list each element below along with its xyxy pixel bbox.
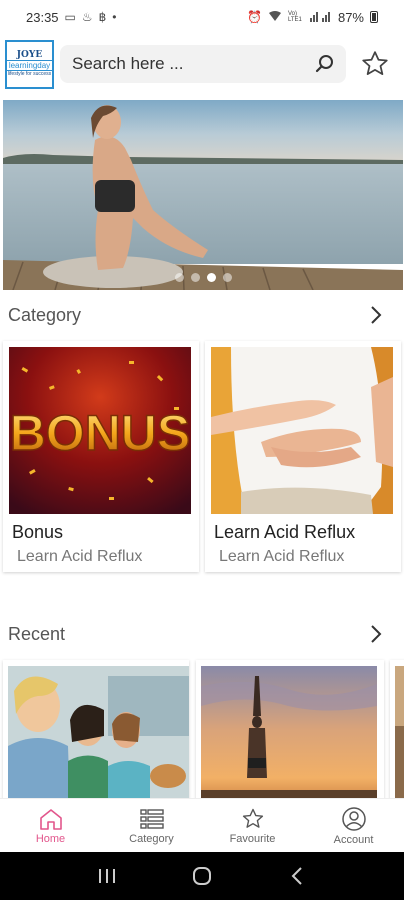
recent-card[interactable] xyxy=(196,660,384,800)
category-card-bonus[interactable]: BONUS Bonus Learn Acid Reflux xyxy=(3,341,199,572)
recent-thumbnail-partial xyxy=(395,666,404,800)
status-left: 23:35 ▭ ♨ ฿ • xyxy=(26,10,117,25)
alarm-icon: ⏰ xyxy=(247,10,262,24)
nav-home[interactable]: Home xyxy=(0,799,101,852)
chevron-right-icon[interactable] xyxy=(366,624,386,644)
search-bar[interactable] xyxy=(60,45,346,83)
app-logo[interactable]: JOYE learningday lifestyle for success xyxy=(5,39,54,89)
carousel-dot-active[interactable] xyxy=(206,273,216,282)
recent-card[interactable] xyxy=(3,660,189,800)
carousel-dots xyxy=(3,273,403,282)
bonus-image-text: BONUS xyxy=(10,405,191,461)
recent-section-title: Recent xyxy=(8,623,66,644)
back-chevron-icon xyxy=(291,867,302,885)
network-label: Vo) LTE1 xyxy=(287,11,302,23)
category-card-acid-reflux[interactable]: Learn Acid Reflux Learn Acid Reflux xyxy=(205,341,401,572)
recent-thumbnail-yoga-sunset xyxy=(201,666,377,800)
system-navigation-bar xyxy=(0,852,404,900)
more-notifications-icon: • xyxy=(112,10,117,24)
account-icon xyxy=(341,806,366,831)
nav-home-label: Home xyxy=(35,832,66,845)
status-right: ⏰ Vo) LTE1 87% xyxy=(247,10,378,25)
category-card-title: Bonus xyxy=(12,522,64,542)
category-section-title: Category xyxy=(8,304,82,325)
battery-percent: 87% xyxy=(337,9,364,25)
app-screen: 23:35 ▭ ♨ ฿ • ⏰ Vo) LTE1 87% JOYE learni… xyxy=(0,0,404,900)
category-section-header[interactable]: Category xyxy=(0,297,404,333)
acid-reflux-thumbnail xyxy=(211,347,393,514)
category-card-subtitle: Learn Acid Reflux xyxy=(219,548,345,565)
signal-icon xyxy=(309,10,332,25)
category-card-subtitle: Learn Acid Reflux xyxy=(17,548,143,565)
category-list-icon xyxy=(139,808,164,829)
bottom-navigation: Home Category Favourite Account xyxy=(0,798,404,852)
nav-category[interactable]: Category xyxy=(101,799,202,852)
app-header: JOYE learningday lifestyle for success xyxy=(0,34,404,94)
home-button[interactable] xyxy=(187,861,217,891)
recent-section-header[interactable]: Recent xyxy=(0,616,404,652)
logo-text-2: learningday xyxy=(7,60,52,71)
bonus-thumbnail: BONUS xyxy=(9,347,191,514)
bitcoin-notification-icon: ฿ xyxy=(98,10,107,24)
recent-thumbnail-friends xyxy=(8,666,189,800)
app-notification-icon: ♨ xyxy=(81,10,93,24)
recent-apps-button[interactable] xyxy=(92,861,122,891)
chevron-right-icon[interactable] xyxy=(366,305,386,325)
favourites-star-icon[interactable] xyxy=(358,47,392,81)
carousel-dot[interactable] xyxy=(222,273,232,282)
nav-favourite-label: Favourite xyxy=(229,832,276,845)
status-time: 23:35 xyxy=(26,9,59,25)
search-icon[interactable] xyxy=(314,53,336,75)
banner-image xyxy=(3,100,403,290)
banner-carousel[interactable] xyxy=(3,100,403,290)
carousel-dot[interactable] xyxy=(174,273,184,282)
nav-category-label: Category xyxy=(129,832,174,845)
laptop-notification-icon: ▭ xyxy=(64,10,76,24)
recent-card[interactable] xyxy=(390,660,404,800)
battery-icon xyxy=(370,11,378,23)
star-icon xyxy=(242,808,263,828)
home-circle-icon xyxy=(192,867,211,885)
home-icon xyxy=(39,808,62,830)
nav-account[interactable]: Account xyxy=(303,799,404,852)
logo-text-3: lifestyle for success xyxy=(7,71,52,77)
recent-apps-icon xyxy=(99,869,116,883)
search-input[interactable] xyxy=(72,54,314,74)
nav-favourite[interactable]: Favourite xyxy=(202,799,303,852)
nav-account-label: Account xyxy=(333,833,374,846)
carousel-dot[interactable] xyxy=(190,273,200,282)
logo-text-1: JOYE xyxy=(16,50,43,60)
back-button[interactable] xyxy=(282,861,312,891)
category-card-title: Learn Acid Reflux xyxy=(214,522,356,542)
wifi-icon xyxy=(268,10,282,25)
status-bar: 23:35 ▭ ♨ ฿ • ⏰ Vo) LTE1 87% xyxy=(0,0,404,34)
